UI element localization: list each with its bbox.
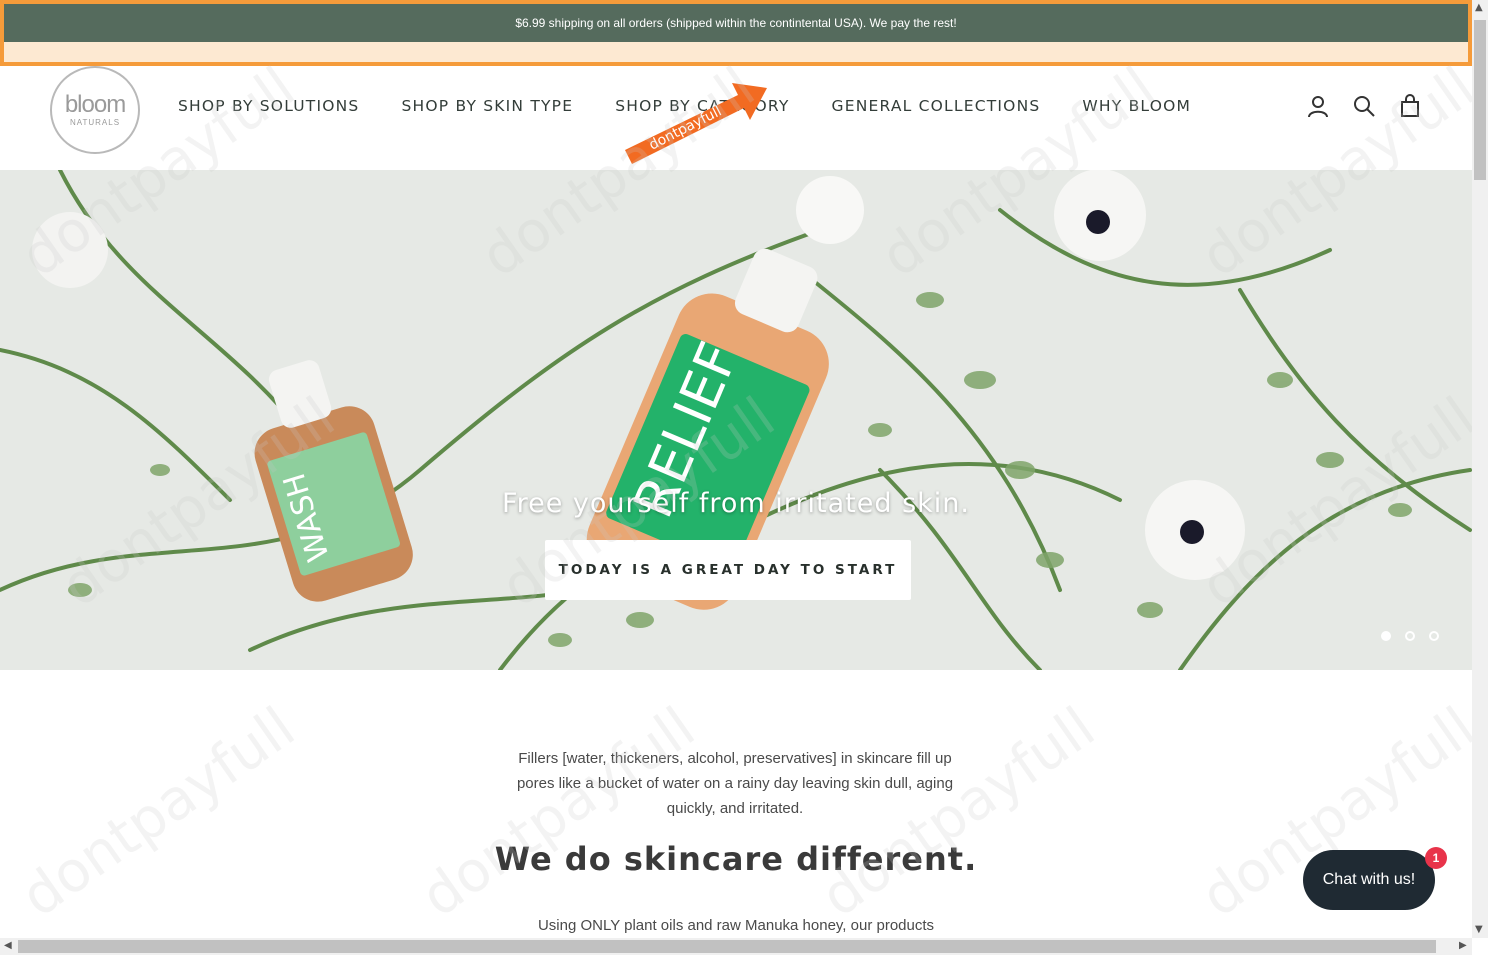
scroll-left-arrow-icon[interactable]: ◀ (4, 940, 12, 951)
section-headline: We do skincare different. (494, 840, 978, 878)
intro-paragraph: Fillers [water, thickeners, alcohol, pre… (516, 750, 954, 817)
promo-arrow-label: dontpayfull (647, 103, 725, 153)
hero-cta-button[interactable]: TODAY IS A GREAT DAY TO START (545, 540, 911, 600)
intro-paragraph-2: Using ONLY plant oils and raw Manuka hon… (537, 917, 935, 934)
account-icon[interactable] (1306, 94, 1330, 118)
slideshow-dots (1381, 631, 1439, 641)
chat-badge: 1 (1425, 847, 1447, 869)
announcement-bar: $6.99 shipping on all orders (shipped wi… (4, 4, 1468, 42)
hero-slideshow: WASH RELIEF Free yourself from irritated… (0, 170, 1472, 670)
chat-button[interactable]: Chat with us! (1303, 850, 1435, 910)
promo-arrow-badge[interactable]: dontpayfull (620, 80, 770, 170)
slide-dot-1[interactable] (1381, 631, 1391, 641)
nav-why-bloom[interactable]: WHY BLOOM (1082, 97, 1191, 115)
nav-shop-by-skin-type[interactable]: SHOP BY SKIN TYPE (401, 97, 573, 115)
nav-general-collections[interactable]: GENERAL COLLECTIONS (832, 97, 1041, 115)
announcement-frame: $6.99 shipping on all orders (shipped wi… (0, 0, 1472, 66)
slide-dot-2[interactable] (1405, 631, 1415, 641)
brand-logo[interactable]: bloom NATURALS (50, 66, 140, 154)
watermark: dontpayfull (9, 695, 307, 930)
slide-dot-3[interactable] (1429, 631, 1439, 641)
nav-shop-by-solutions[interactable]: SHOP BY SOLUTIONS (178, 97, 359, 115)
cart-icon[interactable] (1398, 94, 1422, 118)
header-actions (1306, 94, 1422, 118)
scroll-down-arrow-icon[interactable]: ▼ (1475, 924, 1483, 935)
vertical-scroll-thumb[interactable] (1474, 20, 1486, 180)
search-icon[interactable] (1352, 94, 1376, 118)
scroll-up-arrow-icon[interactable]: ▲ (1475, 2, 1483, 13)
logo-word: bloom (64, 90, 126, 118)
announcement-text: $6.99 shipping on all orders (shipped wi… (515, 16, 957, 30)
horizontal-scroll-thumb[interactable] (18, 940, 1436, 953)
hero-headline: Free yourself from irritated skin. (502, 488, 970, 519)
logo-subtitle: NATURALS (69, 117, 121, 127)
scroll-right-arrow-icon[interactable]: ▶ (1459, 940, 1467, 951)
